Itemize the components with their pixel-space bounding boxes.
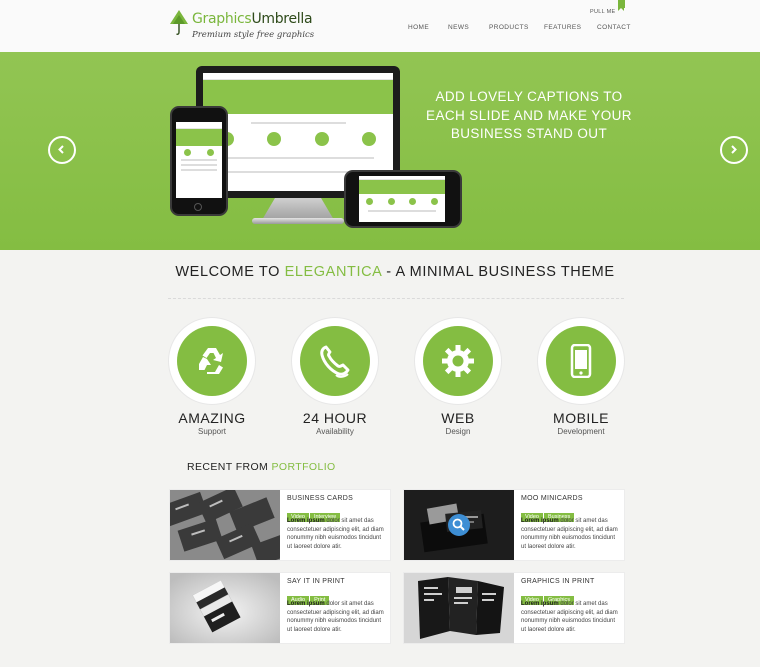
portfolio-heading-prefix: RECENT FROM	[187, 461, 272, 473]
card-tags: Video Graphics	[521, 588, 621, 605]
slider-next-button[interactable]	[720, 136, 748, 164]
feature-circle	[415, 318, 501, 404]
brand-tagline: Premium style free graphics	[192, 30, 315, 40]
mobile-icon	[570, 344, 592, 378]
card-description-lead: Lorem ipsum	[287, 601, 325, 607]
feature-mobile[interactable]: MOBILE Development	[538, 318, 624, 436]
feature-web[interactable]: WEB Design	[415, 318, 501, 436]
nav-item-home[interactable]: HOME	[408, 24, 429, 31]
magnifier-icon	[452, 518, 465, 531]
card-body: BUSINESS CARDS Video Interview Lorem ipsu…	[287, 495, 387, 551]
feature-title: AMAZING	[178, 410, 246, 426]
nav-item-features[interactable]: FEATURES	[544, 24, 581, 31]
nav-item-products[interactable]: PRODUCTS	[489, 24, 529, 31]
portfolio-thumbnail[interactable]	[404, 490, 514, 560]
feature-title: 24 HOUR	[302, 410, 368, 426]
feature-circle	[169, 318, 255, 404]
card-body: MOO MINICARDS Video Business Lorem ipsum …	[521, 495, 621, 551]
ribbon-icon	[618, 0, 625, 11]
welcome-highlight: ELEGANTICA	[284, 264, 382, 280]
card-description-lead: Lorem ipsum	[287, 518, 325, 524]
portfolio-thumbnail[interactable]	[404, 573, 514, 643]
gear-icon	[442, 345, 474, 377]
welcome-heading: WELCOME TO ELEGANTICA - A MINIMAL BUSINE…	[0, 264, 760, 280]
site-header: GraphicsUmbrella Premium style free grap…	[0, 0, 760, 52]
phone-icon	[320, 345, 350, 378]
pull-me-label: PULL ME	[590, 9, 616, 15]
card-title[interactable]: GRAPHICS IN PRINT	[521, 578, 621, 585]
recycle-icon	[199, 348, 223, 374]
feature-circle	[292, 318, 378, 404]
card-description: Lorem ipsum dolor sit amet das consectet…	[287, 600, 387, 634]
feature-title: WEB	[441, 410, 475, 426]
zoom-overlay[interactable]	[448, 514, 470, 536]
chevron-right-icon	[731, 145, 737, 154]
main-nav: HOME NEWS PRODUCTS FEATURES CONTACT	[400, 24, 636, 34]
umbrella-tree-icon	[170, 10, 188, 35]
section-divider	[168, 298, 624, 299]
monitor-base	[252, 218, 344, 224]
chevron-left-icon	[58, 145, 64, 154]
feature-amazing[interactable]: AMAZING Support	[169, 318, 255, 436]
card-description-lead: Lorem ipsum	[521, 601, 559, 607]
card-title[interactable]: SAY IT IN PRINT	[287, 578, 387, 585]
card-tags: Video Business	[521, 505, 621, 522]
smartphone-landscape-image	[344, 170, 462, 228]
card-tags: Audio Print	[287, 588, 387, 605]
welcome-prefix: WELCOME TO	[175, 264, 285, 280]
welcome-suffix: - A MINIMAL BUSINESS THEME	[381, 264, 615, 280]
brand-name-part2: Umbrella	[251, 11, 313, 27]
nav-item-contact[interactable]: CONTACT	[597, 24, 631, 31]
portfolio-thumbnail[interactable]	[170, 573, 280, 643]
card-description: Lorem ipsum dolor sit amet das consectet…	[521, 600, 621, 634]
card-body: SAY IT IN PRINT Audio Print Lorem ipsum d…	[287, 578, 387, 634]
feature-subtitle: Support	[197, 427, 227, 436]
feature-24-hour[interactable]: 24 HOUR Availability	[292, 318, 378, 436]
card-description: Lorem ipsum dolor sit amet das consectet…	[287, 517, 387, 551]
portfolio-card-business-cards[interactable]: BUSINESS CARDS Video Interview Lorem ipsu…	[170, 490, 390, 560]
logo[interactable]: GraphicsUmbrella Premium style free grap…	[170, 8, 314, 44]
hero-slider: ADD LOVELY CAPTIONS TO EACH SLIDE AND MA…	[0, 52, 760, 250]
portfolio-card-say-it-in-print[interactable]: SAY IT IN PRINT Audio Print Lorem ipsum d…	[170, 573, 390, 643]
slider-prev-button[interactable]	[48, 136, 76, 164]
portfolio-card-graphics-in-print[interactable]: GRAPHICS IN PRINT Video Graphics Lorem ip…	[404, 573, 624, 643]
portfolio-card-moo-minicards[interactable]: MOO MINICARDS Video Business Lorem ipsum …	[404, 490, 624, 560]
card-title[interactable]: MOO MINICARDS	[521, 495, 621, 502]
nav-item-news[interactable]: NEWS	[448, 24, 469, 31]
brand-name: GraphicsUmbrella	[192, 11, 313, 27]
feature-title: MOBILE	[553, 410, 609, 426]
feature-circle	[538, 318, 624, 404]
feature-subtitle: Development	[557, 427, 605, 436]
feature-subtitle: Availability	[316, 427, 354, 436]
card-description: Lorem ipsum dolor sit amet das consectet…	[521, 517, 621, 551]
smartphone-image	[170, 106, 228, 216]
card-tags: Video Interview	[287, 505, 387, 522]
card-title[interactable]: BUSINESS CARDS	[287, 495, 387, 502]
slide-caption: ADD LOVELY CAPTIONS TO EACH SLIDE AND MA…	[426, 89, 632, 141]
portfolio-thumbnail[interactable]	[170, 490, 280, 560]
card-description-lead: Lorem ipsum	[521, 518, 559, 524]
monitor-stand	[262, 198, 334, 220]
brand-name-part1: Graphics	[192, 11, 252, 27]
portfolio-heading-highlight: PORTFOLIO	[271, 461, 336, 473]
card-body: GRAPHICS IN PRINT Video Graphics Lorem ip…	[521, 578, 621, 634]
pull-me-tab[interactable]: PULL ME	[590, 0, 625, 15]
portfolio-heading: RECENT FROM PORTFOLIO	[187, 461, 336, 473]
feature-subtitle: Design	[445, 427, 471, 436]
